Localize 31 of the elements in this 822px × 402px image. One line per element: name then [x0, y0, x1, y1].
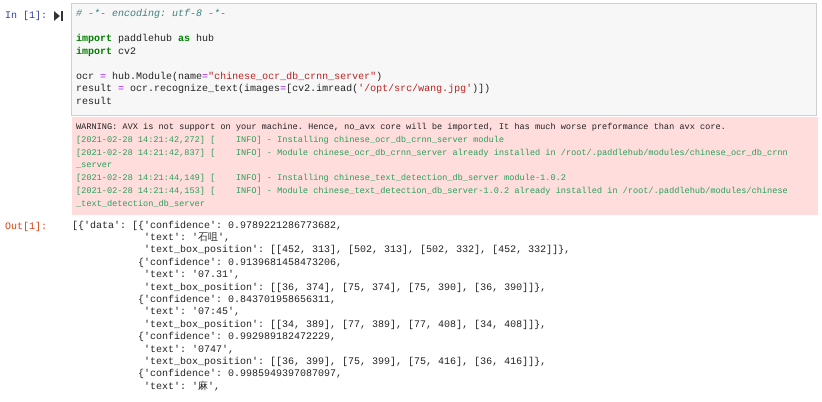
code-editor[interactable]: # -*- encoding: utf-8 -*- import paddlehub as hub import cv2 ocr = hub.Module(name="chinese_ocr_db_crnn_server") result = ocr.recognize_text(images=[cv2.imread('/opt/src/wang.jpg')]) result	[71, 3, 817, 116]
code-line: result = ocr.recognize_text(images=[cv2.imread('/opt/src/wang.jpg')])	[76, 84, 492, 96]
input-prompt: In [1]:	[4, 10, 48, 22]
log-line: [2021-02-28 14:21:44,149] [ INFO] - Installing chinese_text_detection_db_server module-1.0.2	[76, 172, 567, 185]
output-line: {'confidence': 0.9985949397087097,	[137, 369, 344, 380]
log-line: _server	[76, 159, 114, 172]
output-line: 'text': '0747',	[143, 344, 236, 356]
log-line: WARNING: AVX is not support on your machine. Hence, no_avx core will be imported, It has much worse preformance than avx core.	[76, 121, 727, 134]
output-line: 'text_box_position': [[36, 399], [75, 399], [75, 416], [36, 416]]},	[143, 357, 548, 368]
output-line: {'confidence': 0.843701958656311,	[137, 295, 338, 306]
code-line: result	[76, 96, 114, 109]
output-line: {'confidence': 0.9139681458473206,	[137, 258, 344, 270]
log-line: [2021-02-28 14:21:42,272] [ INFO] - Installing chinese_ocr_db_crnn_server module	[76, 134, 506, 147]
output-line: 'text': '07.31',	[143, 270, 242, 282]
output-line: 'text_box_position': [[36, 374], [75, 374], [75, 390], [36, 390]]},	[143, 282, 548, 294]
code-line: # -*- encoding: utf-8 -*-	[76, 9, 228, 22]
output-line: 'text': '麻',	[143, 382, 222, 394]
log-line: [2021-02-28 14:21:42,837] [ INFO] - Module chinese_ocr_db_crnn_server already installed in /root/.paddlehub/modules/chinese_ocr_db_crnn	[76, 146, 789, 160]
output-line: 'text_box_position': [[34, 389], [77, 389], [77, 408], [34, 408]]},	[143, 320, 548, 332]
output-line: 'text_box_position': [[452, 313], [502, 313], [502, 332], [452, 332]]},	[143, 245, 570, 258]
code-line: import paddlehub as hub	[76, 32, 216, 46]
output-line: 'text': '07:45',	[143, 307, 242, 320]
log-line: _text_detection_db_server	[76, 198, 206, 211]
output-line: 'text': '石咀',	[143, 232, 232, 244]
log-line: [2021-02-28 14:21:44,153] [ INFO] - Module chinese_text_detection_db_server-1.0.2 already installed in /root/.paddlehub/modules/chinese	[76, 184, 789, 198]
run-icon[interactable]	[54, 11, 63, 21]
output-line: {'confidence': 0.992989182472229,	[137, 332, 338, 344]
code-line: ocr = hub.Module(name="chinese_ocr_db_crnn_server")	[76, 70, 384, 84]
output-prompt: Out[1]:	[4, 220, 48, 233]
output-line: [{'data': [{'confidence': 0.9789221286773682,	[72, 220, 344, 232]
code-line: import cv2	[76, 46, 138, 59]
